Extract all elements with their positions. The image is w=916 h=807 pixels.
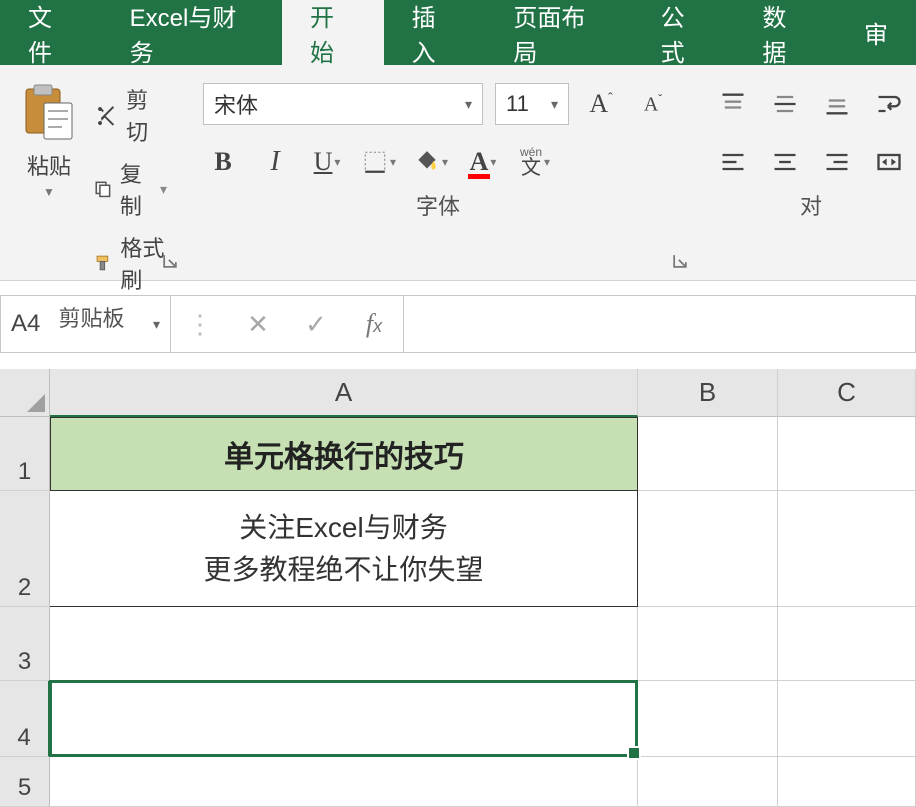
ribbon: 粘贴 ▼ 剪切 复制 ▾ 格式刷 剪贴板	[0, 65, 916, 281]
cell-C1[interactable]	[778, 417, 916, 491]
format-painter-icon	[94, 250, 112, 276]
phonetic-guide-button[interactable]: wén 文 ▾	[515, 141, 555, 183]
ribbon-group-alignment: 对	[693, 65, 916, 280]
bold-button[interactable]: B	[203, 141, 243, 183]
align-center-button[interactable]	[765, 141, 805, 183]
cell-A4[interactable]	[50, 681, 638, 757]
increase-font-icon: Aˆ	[589, 89, 612, 119]
fill-color-button[interactable]: ▾	[411, 141, 451, 183]
cancel-formula-button[interactable]: ✕	[229, 309, 287, 340]
cell-C2[interactable]	[778, 491, 916, 607]
spreadsheet-grid: 1 2 3 4 5 A B C 单元格换行的技巧 关注Excel与财务 更多教程…	[0, 369, 916, 807]
font-color-icon: A	[470, 147, 489, 177]
increase-font-size-button[interactable]: Aˆ	[581, 83, 621, 125]
scissors-icon	[94, 102, 118, 128]
ribbon-group-font: 宋体 ▾ 11 ▾ Aˆ Aˇ B I U ▾	[183, 65, 693, 280]
clipboard-dialog-launcher[interactable]	[159, 250, 181, 272]
cell-C3[interactable]	[778, 607, 916, 681]
row-header-2[interactable]: 2	[0, 491, 50, 607]
paste-icon	[22, 83, 76, 143]
ribbon-group-clipboard: 粘贴 ▼ 剪切 复制 ▾ 格式刷 剪贴板	[0, 65, 183, 280]
italic-button[interactable]: I	[255, 141, 295, 183]
align-left-button[interactable]	[713, 141, 753, 183]
tab-review[interactable]: 审	[836, 0, 916, 65]
align-middle-button[interactable]	[765, 83, 805, 125]
row-header-4[interactable]: 4	[0, 681, 50, 757]
clipboard-group-label: 剪贴板	[12, 295, 171, 341]
copy-button[interactable]: 复制 ▾	[94, 157, 167, 221]
paste-button[interactable]: 粘贴 ▼	[12, 73, 86, 295]
copy-label: 复制	[120, 157, 150, 221]
cell-C5[interactable]	[778, 757, 916, 807]
align-right-button[interactable]	[817, 141, 857, 183]
chevron-down-icon: ▾	[551, 96, 558, 113]
insert-function-button[interactable]: fx	[345, 309, 403, 339]
copy-icon	[94, 176, 112, 202]
merge-icon	[875, 148, 903, 176]
font-size-combo[interactable]: 11 ▾	[495, 83, 569, 125]
cell-A5[interactable]	[50, 757, 638, 807]
cell-A3[interactable]	[50, 607, 638, 681]
tab-home[interactable]: 开始	[282, 0, 384, 65]
cut-button[interactable]: 剪切	[94, 83, 167, 147]
cell-A1[interactable]: 单元格换行的技巧	[50, 417, 638, 491]
decrease-font-icon: Aˇ	[644, 92, 662, 117]
cell-B4[interactable]	[638, 681, 778, 757]
row-header-5[interactable]: 5	[0, 757, 50, 807]
align-bottom-button[interactable]	[817, 83, 857, 125]
paste-dropdown-icon[interactable]: ▼	[43, 185, 55, 199]
align-top-button[interactable]	[713, 83, 753, 125]
paint-bucket-icon	[414, 149, 440, 175]
column-header-B[interactable]: B	[638, 369, 778, 417]
cell-B1[interactable]	[638, 417, 778, 491]
column-header-A[interactable]: A	[50, 369, 638, 417]
tab-data[interactable]: 数据	[734, 0, 836, 65]
underline-icon: U	[314, 147, 333, 177]
border-icon	[362, 149, 388, 175]
chevron-down-icon[interactable]: ▾	[544, 155, 550, 169]
formula-dots-button[interactable]: ⋮	[171, 309, 229, 340]
font-group-label: 字体	[195, 183, 681, 229]
wrap-text-icon	[875, 90, 903, 118]
cell-B2[interactable]	[638, 491, 778, 607]
merge-center-button[interactable]	[869, 141, 909, 183]
cell-B5[interactable]	[638, 757, 778, 807]
tab-file[interactable]: 文件	[0, 0, 102, 65]
cell-B3[interactable]	[638, 607, 778, 681]
accept-formula-button[interactable]: ✓	[287, 309, 345, 340]
copy-dropdown-icon[interactable]: ▾	[160, 181, 167, 198]
chevron-down-icon: ▾	[465, 96, 472, 113]
chevron-down-icon[interactable]: ▾	[334, 155, 340, 169]
font-size-value: 11	[506, 91, 529, 117]
underline-button[interactable]: U ▾	[307, 141, 347, 183]
row-header-3[interactable]: 3	[0, 607, 50, 681]
formula-input[interactable]	[404, 296, 915, 352]
font-name-value: 宋体	[214, 88, 258, 120]
wrap-text-button[interactable]	[869, 83, 909, 125]
decrease-font-size-button[interactable]: Aˇ	[633, 83, 673, 125]
cell-A2[interactable]: 关注Excel与财务 更多教程绝不让你失望	[50, 491, 638, 607]
chevron-down-icon[interactable]: ▾	[442, 155, 448, 169]
font-color-button[interactable]: A ▾	[463, 141, 503, 183]
tab-custom[interactable]: Excel与财务	[102, 0, 282, 65]
paste-label: 粘贴	[27, 149, 71, 181]
border-button[interactable]: ▾	[359, 141, 399, 183]
row-header-1[interactable]: 1	[0, 417, 50, 491]
tab-page-layout[interactable]: 页面布局	[485, 0, 632, 65]
chevron-down-icon[interactable]: ▾	[390, 155, 396, 169]
alignment-group-label: 对	[705, 183, 916, 229]
cut-label: 剪切	[126, 83, 167, 147]
cell-C4[interactable]	[778, 681, 916, 757]
column-header-C[interactable]: C	[778, 369, 916, 417]
font-name-combo[interactable]: 宋体 ▾	[203, 83, 483, 125]
tab-formulas[interactable]: 公式	[633, 0, 735, 65]
select-all-button[interactable]	[0, 369, 50, 417]
tab-insert[interactable]: 插入	[384, 0, 486, 65]
phonetic-icon: wén 文	[520, 146, 542, 178]
format-painter-button[interactable]: 格式刷	[94, 231, 167, 295]
font-dialog-launcher[interactable]	[669, 250, 691, 272]
ribbon-tab-bar: 文件 Excel与财务 开始 插入 页面布局 公式 数据 审	[0, 0, 916, 65]
chevron-down-icon[interactable]: ▾	[490, 155, 496, 169]
